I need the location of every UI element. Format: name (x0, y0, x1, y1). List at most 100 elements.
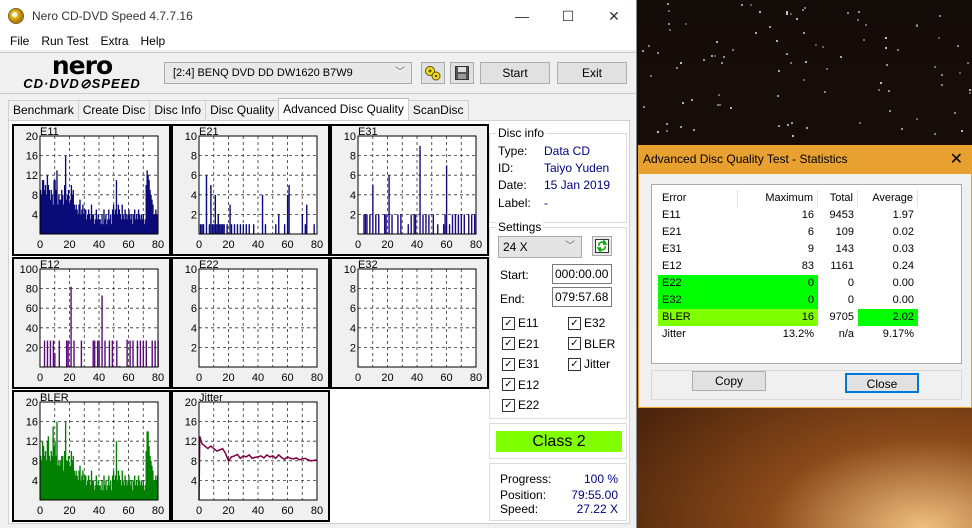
checkbox-e31[interactable]: ✓ E31 (502, 357, 539, 371)
refresh-button[interactable] (592, 236, 612, 256)
bar (226, 224, 228, 234)
star (821, 46, 824, 49)
table-row: E12 83 1161 0.24 (658, 258, 958, 275)
checkbox-box[interactable]: ✓ (568, 357, 581, 371)
checkbox-e32[interactable]: ✓ E32 (568, 316, 605, 330)
save-button[interactable] (450, 62, 474, 84)
bar (151, 340, 153, 367)
drive-settings-button[interactable] (421, 62, 445, 84)
tab-panel: 4 8 12 16 20 0 20 40 60 80 E11 2 4 6 8 10 0 20 40 60 80 E21 2 4… (8, 120, 630, 524)
chevron-down-icon: ﹀ (565, 241, 575, 252)
checkbox-box[interactable]: ✓ (502, 357, 515, 371)
chart-e32: 2 4 6 8 10 0 20 40 60 80 E32 (330, 257, 489, 389)
floppy-disk-icon (455, 66, 469, 80)
exit-button[interactable]: Exit (557, 62, 627, 84)
checkbox-e22[interactable]: ✓ E22 (502, 398, 539, 412)
bar (437, 224, 439, 234)
table-cell: 0.24 (892, 260, 914, 272)
table-cell: 0.00 (892, 294, 914, 306)
minimize-button[interactable]: — (499, 0, 545, 32)
start-label: Start: (500, 268, 529, 282)
statistics-close-button[interactable]: Close (845, 373, 919, 393)
y-tick-label: 20 (185, 397, 197, 409)
y-tick-label: 6 (191, 303, 197, 315)
x-tick-label: 60 (440, 372, 452, 384)
drive-select[interactable]: [2:4] BENQ DVD DD DW1620 B7W9 ﹀ (164, 62, 412, 84)
star (884, 37, 887, 40)
y-tick-label: 8 (191, 456, 197, 468)
close-button[interactable]: ✕ (591, 0, 637, 32)
checkbox-box[interactable]: ✓ (502, 316, 515, 330)
star (896, 49, 899, 52)
menu-extra[interactable]: Extra (94, 32, 134, 50)
statistics-dialog: Advanced Disc Quality Test - Statistics … (638, 145, 972, 408)
start-field[interactable]: 000:00.00 (552, 264, 612, 284)
bar (43, 340, 46, 367)
statistics-title: Advanced Disc Quality Test - Statistics (643, 152, 848, 166)
bar (264, 224, 267, 234)
tab-scandisc[interactable]: ScanDisc (407, 100, 469, 120)
table-cell: n/a (838, 328, 854, 340)
menu-run-test[interactable]: Run Test (35, 32, 94, 50)
start-button[interactable]: Start (480, 62, 550, 84)
gears-icon (425, 66, 441, 81)
bar (425, 214, 427, 234)
checkbox-jitter[interactable]: ✓ Jitter (568, 357, 610, 371)
checkbox-e12[interactable]: ✓ E12 (502, 378, 539, 392)
tab-benchmark[interactable]: Benchmark (8, 100, 79, 120)
y-tick-label: 8 (32, 456, 38, 468)
menu-help[interactable]: Help (135, 32, 172, 50)
bar (306, 204, 308, 234)
x-tick-label: 0 (355, 372, 361, 384)
star (647, 45, 650, 48)
star (915, 118, 918, 121)
star (847, 12, 850, 15)
x-tick-label: 80 (311, 372, 323, 384)
close-icon[interactable]: ✕ (950, 146, 963, 173)
y-tick-label: 2 (350, 342, 356, 354)
tab-advanced-disc-quality[interactable]: Advanced Disc Quality (278, 98, 409, 120)
x-tick-label: 40 (93, 505, 105, 517)
checkbox-e11[interactable]: ✓ E11 (502, 316, 538, 330)
date-value: 15 Jan 2019 (544, 178, 611, 192)
star (954, 112, 957, 115)
end-field[interactable]: 079:57.68 (552, 287, 612, 307)
tab-disc-info[interactable]: Disc Info (149, 100, 207, 120)
chart-e31: 2 4 6 8 10 0 20 40 60 80 E31 (330, 124, 489, 256)
star (785, 52, 788, 55)
table-cell: Jitter (662, 328, 686, 340)
y-tick-label: 4 (32, 209, 38, 221)
copy-button[interactable]: Copy (692, 371, 766, 391)
bar (154, 340, 156, 367)
star (792, 135, 795, 138)
star (754, 32, 757, 35)
tab-disc-quality[interactable]: Disc Quality (205, 100, 280, 120)
checkbox-box[interactable]: ✓ (502, 398, 515, 412)
menu-file[interactable]: File (4, 32, 35, 50)
y-tick-label: 16 (26, 417, 38, 429)
y-tick-label: 16 (185, 417, 197, 429)
checkbox-box[interactable]: ✓ (568, 316, 581, 330)
bar (473, 214, 476, 234)
speed-select[interactable]: 24 X ﹀ (498, 236, 582, 258)
bar (111, 340, 114, 367)
tab-create-disc[interactable]: Create Disc (77, 100, 151, 120)
settings-title: Settings (496, 220, 544, 234)
drive-select-value: [2:4] BENQ DVD DD DW1620 B7W9 (173, 67, 353, 79)
checkbox-box[interactable]: ✓ (502, 378, 515, 391)
checkbox-box[interactable]: ✓ (502, 337, 515, 350)
bar (58, 340, 60, 367)
star (666, 123, 669, 126)
x-tick-label: 60 (122, 239, 134, 251)
checkbox-bler[interactable]: ✓ BLER (568, 337, 615, 351)
nero-logo: nero CD·DVD⊘SPEED (8, 53, 156, 93)
maximize-button[interactable]: ☐ (545, 0, 591, 32)
checkbox-box[interactable]: ✓ (568, 337, 581, 350)
x-tick-label: 40 (252, 505, 264, 517)
x-tick-label: 80 (470, 372, 482, 384)
star (826, 68, 829, 71)
checkbox-e21[interactable]: ✓ E21 (502, 337, 539, 351)
table-cell: 9.17% (882, 328, 914, 340)
star (702, 58, 705, 61)
x-tick-label: 60 (122, 505, 134, 517)
